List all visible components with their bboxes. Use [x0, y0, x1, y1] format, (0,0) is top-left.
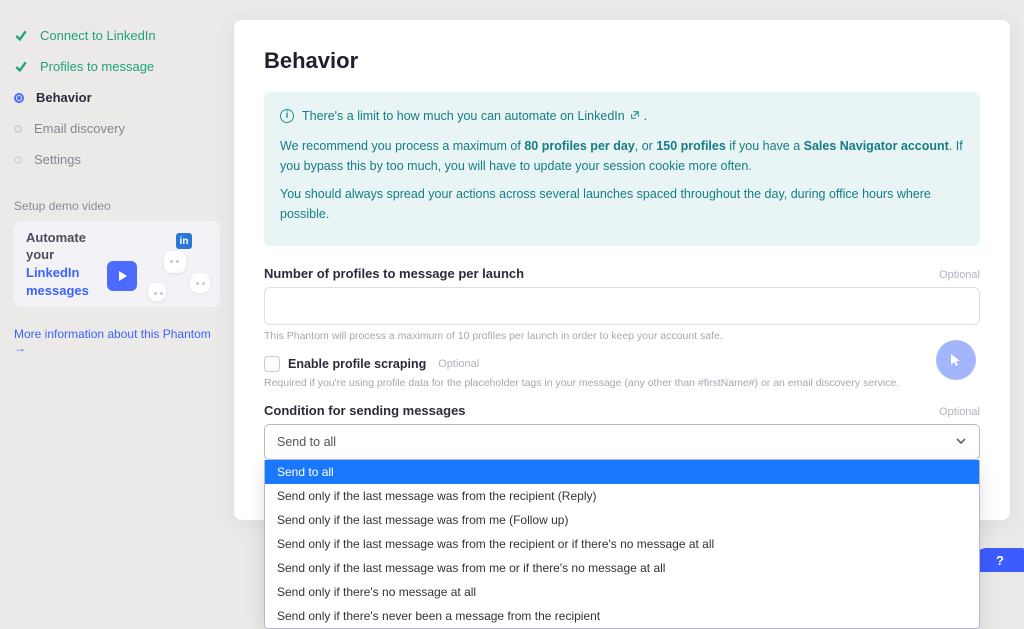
- enable-scraping-checkbox[interactable]: [264, 356, 280, 372]
- pending-dot-icon: [14, 156, 22, 164]
- demo-text-line: your: [26, 247, 54, 262]
- step-label: Email discovery: [34, 121, 125, 136]
- step-label: Behavior: [36, 90, 92, 105]
- more-info-link[interactable]: More information about this Phantom →: [14, 327, 220, 355]
- field-condition: Condition for sending messages Optional …: [264, 403, 980, 460]
- info-icon: i: [280, 109, 294, 123]
- demo-text-line: Automate: [26, 230, 86, 245]
- check-icon: [14, 60, 28, 74]
- step-email-discovery[interactable]: Email discovery: [14, 113, 220, 144]
- info-dot: .: [644, 109, 647, 123]
- field-helper-text: Required if you're using profile data fo…: [264, 377, 980, 389]
- cursor-indicator: [936, 340, 976, 380]
- dropdown-option[interactable]: Send to all: [265, 460, 979, 484]
- select-value: Send to all: [277, 435, 336, 449]
- step-label: Profiles to message: [40, 59, 154, 74]
- field-enable-scraping: Enable profile scraping Optional Require…: [264, 356, 980, 389]
- dropdown-option[interactable]: Send only if there's no message at all: [265, 580, 979, 604]
- step-label: Connect to LinkedIn: [40, 28, 156, 43]
- linkedin-icon: in: [176, 233, 192, 249]
- demo-video-label: Setup demo video: [14, 199, 220, 213]
- demo-text-accent: LinkedIn: [26, 265, 79, 280]
- help-icon: ?: [996, 553, 1004, 568]
- field-profiles-per-launch: Number of profiles to message per launch…: [264, 266, 980, 342]
- info-paragraph: We recommend you process a maximum of 80…: [280, 136, 964, 176]
- check-icon: [14, 29, 28, 43]
- demo-video-illustration: in: [101, 231, 210, 297]
- main-panel: Behavior i There's a limit to how much y…: [234, 20, 1010, 520]
- condition-select[interactable]: Send to all: [264, 424, 980, 460]
- dropdown-option[interactable]: Send only if the last message was from t…: [265, 532, 979, 556]
- info-paragraph: You should always spread your actions ac…: [280, 184, 964, 224]
- page-title: Behavior: [264, 48, 980, 74]
- demo-video-text: Automate your LinkedIn messages: [26, 229, 89, 299]
- step-behavior[interactable]: Behavior: [14, 82, 220, 113]
- active-dot-icon: [14, 93, 24, 103]
- dropdown-option[interactable]: Send only if the last message was from t…: [265, 484, 979, 508]
- condition-dropdown: Send to all Send only if the last messag…: [264, 460, 980, 629]
- profiles-per-launch-input[interactable]: [264, 287, 980, 325]
- step-settings[interactable]: Settings: [14, 144, 220, 175]
- sidebar: Connect to LinkedIn Profiles to message …: [14, 20, 234, 572]
- demo-video-card[interactable]: Automate your LinkedIn messages in: [14, 221, 220, 307]
- step-connect-linkedin[interactable]: Connect to LinkedIn: [14, 20, 220, 51]
- optional-badge: Optional: [939, 269, 980, 281]
- field-label: Condition for sending messages: [264, 403, 466, 418]
- chat-bubble-icon: [190, 273, 210, 293]
- info-banner: i There's a limit to how much you can au…: [264, 92, 980, 246]
- checkbox-label: Enable profile scraping: [288, 357, 426, 371]
- pending-dot-icon: [14, 125, 22, 133]
- step-profiles-to-message[interactable]: Profiles to message: [14, 51, 220, 82]
- play-icon[interactable]: [107, 261, 137, 291]
- dropdown-option[interactable]: Send only if there's never been a messag…: [265, 604, 979, 628]
- chat-bubble-icon: [148, 283, 166, 301]
- demo-text-accent: messages: [26, 283, 89, 298]
- chat-bubble-icon: [164, 251, 186, 273]
- dropdown-option[interactable]: Send only if the last message was from m…: [265, 556, 979, 580]
- info-header-text: There's a limit to how much you can auto…: [302, 109, 625, 123]
- step-list: Connect to LinkedIn Profiles to message …: [14, 20, 220, 175]
- help-button[interactable]: ?: [976, 548, 1024, 572]
- chevron-down-icon: [955, 435, 967, 450]
- field-helper-text: This Phantom will process a maximum of 1…: [264, 330, 980, 342]
- optional-badge: Optional: [939, 406, 980, 418]
- optional-badge: Optional: [438, 358, 479, 370]
- external-link-icon[interactable]: [628, 109, 640, 123]
- field-label: Number of profiles to message per launch: [264, 266, 524, 281]
- step-label: Settings: [34, 152, 81, 167]
- app-layout: Connect to LinkedIn Profiles to message …: [0, 0, 1024, 572]
- dropdown-option[interactable]: Send only if the last message was from m…: [265, 508, 979, 532]
